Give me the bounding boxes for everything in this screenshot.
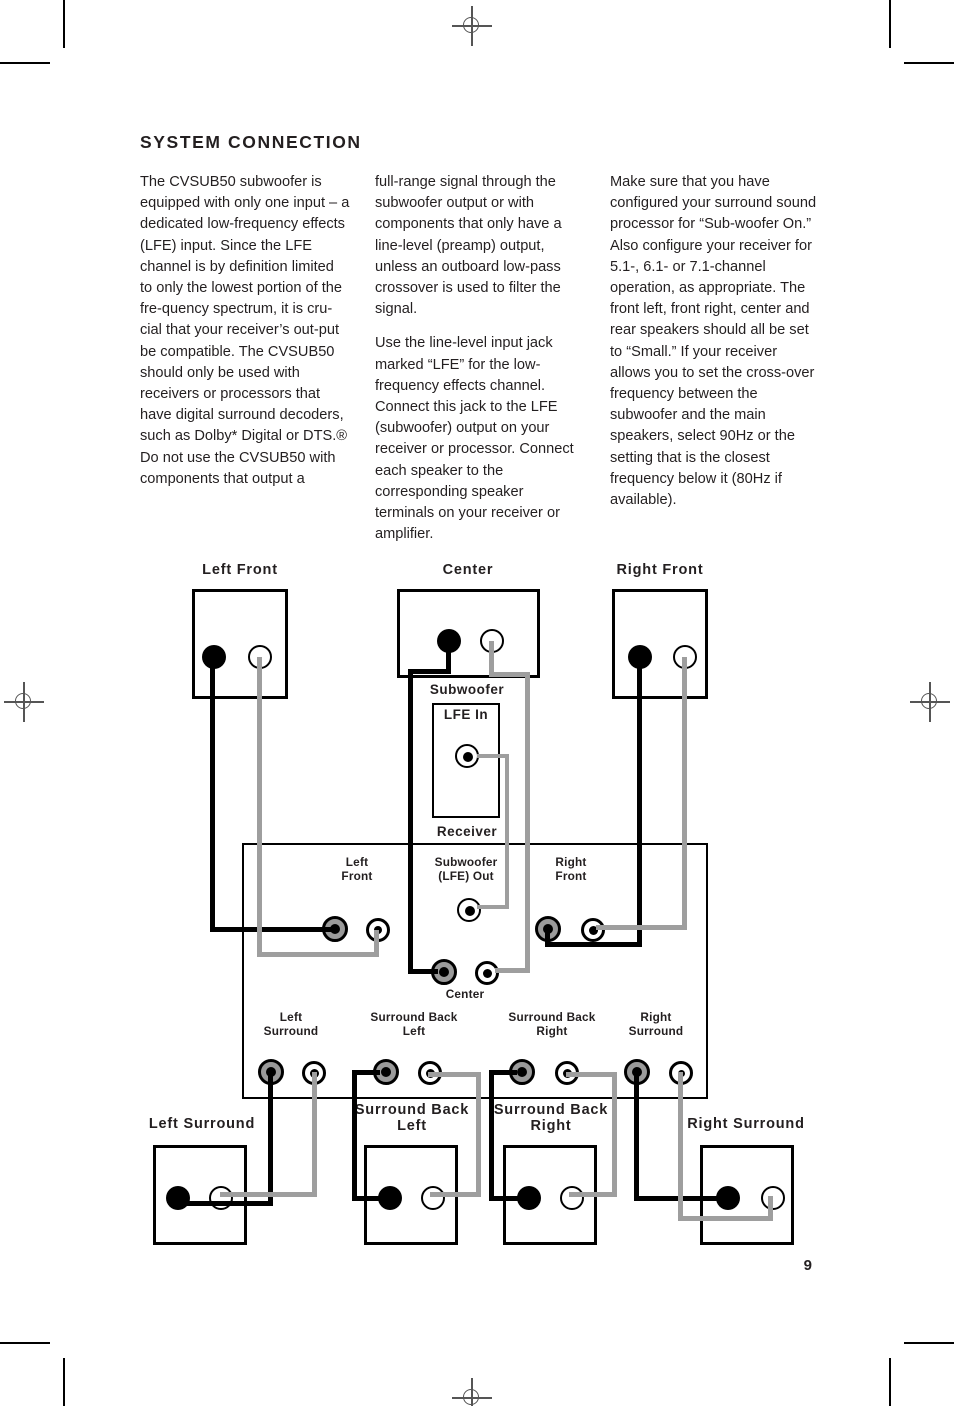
receiver-terminal-label-left-front: Left Front xyxy=(341,855,373,883)
speaker-label-left-front: Left Front xyxy=(202,562,278,578)
wire-right-surround-negative-stub xyxy=(768,1196,773,1221)
wire-right-front-positive-riser xyxy=(545,928,550,947)
speaker-label-surround-back-left: Surround Back Left xyxy=(354,1102,470,1134)
wire-left-surround-positive-stub xyxy=(176,1196,181,1206)
wire-sbr-negative-top xyxy=(566,1072,617,1077)
wire-left-surround-negative-horizontal xyxy=(220,1192,317,1197)
wire-left-front-positive-horizontal xyxy=(210,927,332,932)
wire-left-surround-positive-horizontal xyxy=(176,1201,273,1206)
wire-left-front-negative-vertical xyxy=(257,657,262,957)
wire-right-surround-positive-vertical xyxy=(634,1070,639,1201)
speaker-post-negative-surround-back-left xyxy=(421,1186,445,1210)
wire-right-front-positive-horizontal xyxy=(545,942,642,947)
manual-page: SYSTEM CONNECTION The CVSUB50 subwoofer … xyxy=(0,0,954,1406)
receiver-terminal-center-negative xyxy=(475,961,499,985)
receiver-terminal-label-surround-back-left: Surround Back Left xyxy=(370,1010,458,1038)
wire-sbl-negative-horizontal xyxy=(430,1192,481,1197)
wire-center-positive-horizontal xyxy=(408,669,451,674)
wire-center-positive-vertical xyxy=(408,669,413,971)
speaker-label-center: Center xyxy=(442,562,494,578)
receiver-terminal-label-center: Center xyxy=(445,987,485,1001)
wire-sbl-negative-top xyxy=(428,1072,481,1077)
wire-lfe-to-receiver-out xyxy=(477,905,509,909)
wire-left-surround-negative-vertical xyxy=(312,1072,317,1196)
wire-center-negative-vertical xyxy=(525,672,530,973)
wire-sbr-negative-horizontal xyxy=(569,1192,617,1197)
receiver-terminal-right-front-negative xyxy=(581,918,605,942)
wire-center-positive-to-jack xyxy=(408,969,438,974)
subwoofer-title: Subwoofer xyxy=(429,682,505,697)
speaker-post-negative-right-surround xyxy=(761,1186,785,1210)
wire-sbr-positive-top xyxy=(489,1070,517,1075)
wire-lfe-vertical xyxy=(505,754,509,909)
wire-left-front-positive-vertical xyxy=(210,657,215,932)
wire-sbr-positive-vertical xyxy=(489,1070,494,1201)
receiver-subwoofer-lfe-out-jack xyxy=(457,898,481,922)
wire-right-surround-negative-horizontal xyxy=(678,1216,773,1221)
wire-left-surround-positive-vertical xyxy=(268,1070,273,1205)
speaker-post-negative-left-surround xyxy=(209,1186,233,1210)
speaker-box-right-front xyxy=(612,589,708,699)
wire-sbl-negative-vertical xyxy=(476,1072,481,1194)
speaker-post-negative-surround-back-right xyxy=(560,1186,584,1210)
receiver-title: Receiver xyxy=(436,824,498,839)
wire-left-front-negative-riser xyxy=(374,930,379,957)
system-connection-diagram: Left Front Center Right Front Subwoofer … xyxy=(0,0,954,1406)
receiver-terminal-label-surround-back-right: Surround Back Right xyxy=(508,1010,596,1038)
wire-right-front-negative-vertical xyxy=(682,657,687,929)
receiver-terminal-label-subwoofer-out: Subwoofer (LFE) Out xyxy=(434,855,498,883)
wire-center-negative-horizontal xyxy=(489,672,530,677)
wire-center-negative-to-jack xyxy=(495,968,530,973)
receiver-terminal-label-right-front: Right Front xyxy=(555,855,587,883)
receiver-terminal-label-right-surround: Right Surround xyxy=(628,1010,684,1038)
wire-sbr-positive-horizontal xyxy=(489,1196,525,1201)
wire-right-front-negative-horizontal xyxy=(596,925,687,930)
wire-sbl-positive-top xyxy=(352,1070,380,1075)
speaker-box-left-front xyxy=(192,589,288,699)
wire-sbl-positive-vertical xyxy=(352,1070,357,1201)
wire-right-front-positive-vertical xyxy=(637,657,642,947)
receiver-terminal-label-left-surround: Left Surround xyxy=(263,1010,319,1038)
wire-right-surround-negative-vertical xyxy=(678,1072,683,1221)
subwoofer-lfe-in-jack xyxy=(455,744,479,768)
speaker-box-center xyxy=(397,589,540,678)
subwoofer-input-label: LFE In xyxy=(443,707,489,722)
wire-left-front-negative-horizontal xyxy=(257,952,379,957)
speaker-label-right-front: Right Front xyxy=(616,562,704,578)
speaker-label-left-surround: Left Surround xyxy=(148,1116,256,1132)
speaker-label-right-surround: Right Surround xyxy=(687,1116,805,1132)
wire-sbl-positive-horizontal xyxy=(352,1196,388,1201)
speaker-label-surround-back-right: Surround Back Right xyxy=(493,1102,609,1134)
wire-sbr-negative-vertical xyxy=(612,1072,617,1194)
